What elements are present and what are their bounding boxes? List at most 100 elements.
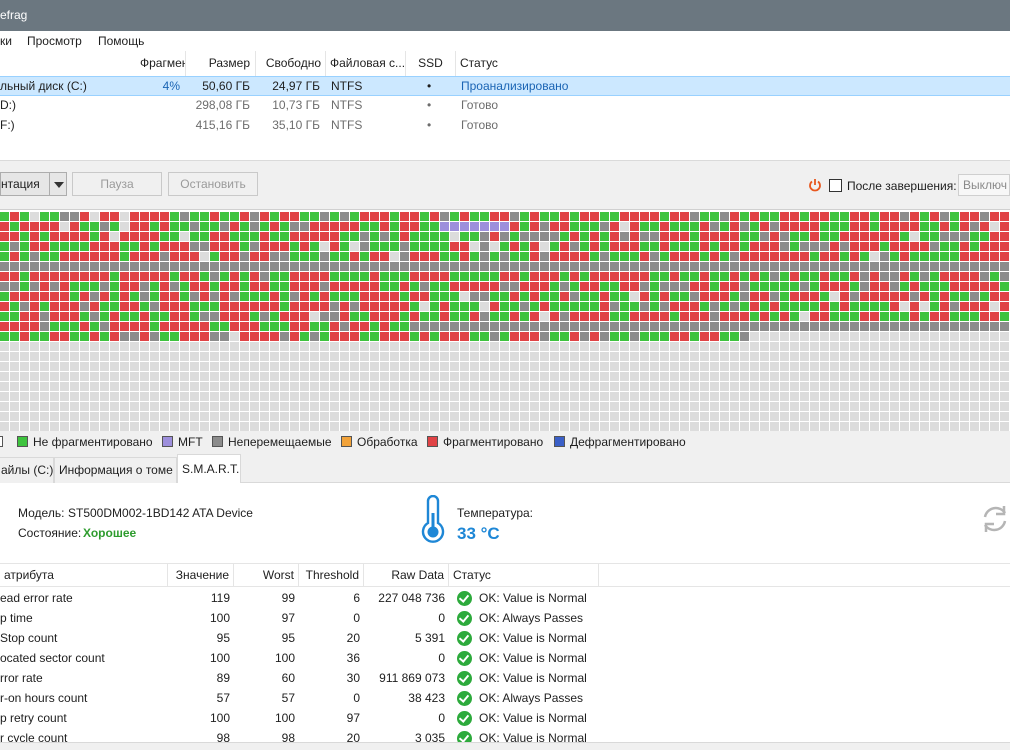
menu-item-view[interactable]: Просмотр <box>27 34 82 48</box>
col-filesystem[interactable]: Файловая с... <box>326 51 406 76</box>
cluster-block <box>930 292 939 301</box>
table-row[interactable]: Stop count 95 95 20 5 391 OK: Value is Normal <box>0 628 1010 648</box>
cluster-block <box>240 262 249 271</box>
cluster-block <box>310 402 319 411</box>
col-value[interactable]: Значение <box>168 564 234 586</box>
cluster-block <box>430 272 439 281</box>
cluster-block <box>390 422 399 431</box>
col-worst[interactable]: Worst <box>234 564 299 586</box>
disk-row[interactable]: льный диск (C:) 4% 50,60 ГБ 24,97 ГБ NTF… <box>0 76 1010 96</box>
tab-smart[interactable]: S.M.A.R.T. <box>177 454 241 484</box>
cluster-block <box>700 412 709 421</box>
col-size[interactable]: Размер <box>186 51 256 76</box>
tab-files[interactable]: айлы (C:) <box>0 457 54 483</box>
cluster-block <box>330 422 339 431</box>
cluster-block <box>420 332 429 341</box>
col-free[interactable]: Свободно <box>256 51 326 76</box>
cluster-block <box>520 352 529 361</box>
cluster-block <box>500 422 509 431</box>
pause-button[interactable]: Пауза <box>72 172 162 196</box>
cluster-block <box>490 332 499 341</box>
cluster-block <box>530 372 539 381</box>
cluster-block <box>860 412 869 421</box>
col-status[interactable]: Статус <box>456 51 1010 76</box>
cluster-block <box>240 352 249 361</box>
col-ssd[interactable]: SSD <box>406 51 456 76</box>
cluster-block <box>840 232 849 241</box>
cluster-block <box>520 312 529 321</box>
table-row[interactable]: ocated sector count 100 100 36 0 OK: Value is… <box>0 648 1010 668</box>
tab-volume-info[interactable]: Информация о томе <box>54 457 177 483</box>
cluster-block <box>760 222 769 231</box>
table-row[interactable]: r-on hours count 57 57 0 38 423 OK: Always Pa… <box>0 688 1010 708</box>
cluster-block <box>500 362 509 371</box>
cluster-block <box>180 252 189 261</box>
table-row[interactable]: rror rate 89 60 30 911 869 073 OK: Value is N… <box>0 668 1010 688</box>
cluster-block <box>980 242 989 251</box>
cluster-block <box>160 322 169 331</box>
smart-cell-status: OK: Value is Normal <box>479 651 587 665</box>
cluster-block <box>640 302 649 311</box>
cluster-block <box>530 262 539 271</box>
cluster-block <box>940 392 949 401</box>
cluster-block <box>550 392 559 401</box>
cluster-block <box>490 302 499 311</box>
cluster-block <box>460 252 469 261</box>
after-completion-select[interactable]: Выключ <box>958 174 1010 196</box>
cluster-block <box>280 312 289 321</box>
cluster-block <box>490 372 499 381</box>
cluster-block <box>470 342 479 351</box>
cluster-block <box>250 272 259 281</box>
col-attribute[interactable]: атрибута <box>0 564 168 586</box>
cluster-block <box>120 302 129 311</box>
cluster-block <box>680 302 689 311</box>
cluster-block <box>790 422 799 431</box>
cluster-block <box>260 422 269 431</box>
refresh-icon[interactable] <box>980 503 1010 535</box>
chevron-down-icon[interactable] <box>49 172 67 196</box>
cluster-block <box>940 302 949 311</box>
cluster-block <box>270 392 279 401</box>
cluster-block <box>270 352 279 361</box>
cluster-block <box>540 282 549 291</box>
cluster-block <box>710 372 719 381</box>
defrag-button[interactable]: нтация <box>0 172 50 196</box>
cluster-block <box>110 382 119 391</box>
cluster-block <box>470 412 479 421</box>
cluster-block <box>80 422 89 431</box>
col-fragmentation[interactable]: Фрагменти... <box>136 51 186 76</box>
menu-item-help[interactable]: Помощь <box>98 34 144 48</box>
cluster-block <box>410 402 419 411</box>
table-row[interactable]: p time 100 97 0 0 OK: Always Passes <box>0 608 1010 628</box>
cluster-block <box>550 372 559 381</box>
cluster-block <box>150 382 159 391</box>
cluster-block <box>990 232 999 241</box>
cluster-block <box>600 372 609 381</box>
cluster-block <box>570 292 579 301</box>
stop-button[interactable]: Остановить <box>168 172 258 196</box>
col-raw-data[interactable]: Raw Data <box>364 564 449 586</box>
cluster-block <box>890 402 899 411</box>
col-smart-status[interactable]: Статус <box>449 564 599 586</box>
col-threshold[interactable]: Threshold <box>299 564 364 586</box>
cluster-block <box>840 292 849 301</box>
cluster-block <box>60 302 69 311</box>
table-row[interactable]: p retry count 100 100 97 0 OK: Value is Norma… <box>0 708 1010 728</box>
cluster-block <box>950 392 959 401</box>
cluster-block <box>880 232 889 241</box>
cluster-block <box>260 402 269 411</box>
menu-item-actions[interactable]: ки <box>0 34 12 48</box>
table-row[interactable]: ead error rate 119 99 6 227 048 736 OK: Value… <box>0 588 1010 608</box>
cluster-block <box>890 392 899 401</box>
smart-cell-value: 100 <box>209 611 230 625</box>
after-completion-checkbox[interactable] <box>829 179 842 192</box>
cluster-block <box>770 312 779 321</box>
cluster-block <box>420 262 429 271</box>
disk-row[interactable]: D:) 298,08 ГБ 10,73 ГБ NTFS • Готово <box>0 96 1010 116</box>
cluster-block <box>670 352 679 361</box>
cluster-block <box>880 362 889 371</box>
cluster-block <box>450 322 459 331</box>
cluster-block <box>770 362 779 371</box>
disk-row[interactable]: F:) 415,16 ГБ 35,10 ГБ NTFS • Готово <box>0 116 1010 136</box>
cluster-block <box>350 272 359 281</box>
